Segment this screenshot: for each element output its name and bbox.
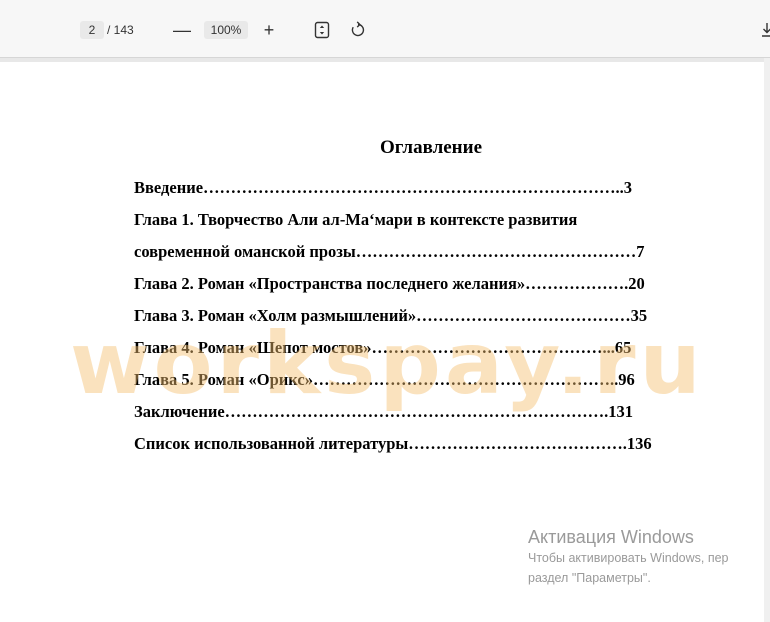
toc-entry-chapter-1-line-1: Глава 1. Творчество Али ал-Ма‘мари в кон…: [134, 210, 578, 229]
document-title: Оглавление: [379, 137, 483, 158]
zoom-level-field[interactable]: 100%: [204, 21, 248, 39]
page-total-label: / 143: [107, 23, 134, 37]
toc-entry-chapter-3: Глава 3. Роман «Холм размышлений»……………………: [134, 306, 648, 325]
download-button[interactable]: [760, 21, 770, 39]
toc-entry-chapter-2: Глава 2. Роман «Пространства последнего …: [134, 274, 645, 293]
activation-title: Активация Windows: [528, 527, 694, 547]
toc-entry-chapter-4: Глава 4. Роман «Шепот мостов»………………………………: [134, 338, 632, 357]
toc-entry-chapter-5: Глава 5. Роман «Орикс»…………………………………………………: [134, 370, 635, 389]
fit-page-button[interactable]: [313, 21, 331, 39]
rotate-button[interactable]: [349, 21, 367, 39]
page-number-input[interactable]: 2: [80, 21, 104, 39]
table-of-contents: Введение…………………………………………………………………..3 Гла…: [134, 172, 724, 460]
pdf-toolbar: 2 / 143 — 100% +: [0, 0, 770, 58]
activation-line-1: Чтобы активировать Windows, пер: [528, 551, 729, 565]
rotate-icon: [351, 21, 365, 37]
download-icon: [762, 23, 770, 37]
zoom-out-button[interactable]: —: [172, 19, 192, 41]
toc-entry-introduction: Введение…………………………………………………………………..3: [134, 178, 633, 197]
zoom-in-button[interactable]: +: [259, 19, 279, 41]
toc-entry-chapter-1-line-2: современной оманской прозы………………………………………: [134, 242, 645, 261]
toc-entry-conclusion: Заключение…………………………………………………………….131: [134, 402, 634, 421]
toc-entry-bibliography: Список использованной литературы………………………: [134, 434, 652, 453]
windows-activation-notice: Активация Windows Чтобы активировать Win…: [528, 526, 729, 588]
pdf-viewer: 2 / 143 — 100% + Оглавление Введение……………: [0, 0, 770, 622]
activation-line-2: раздел "Параметры".: [528, 571, 651, 585]
fit-page-icon: [314, 21, 330, 39]
